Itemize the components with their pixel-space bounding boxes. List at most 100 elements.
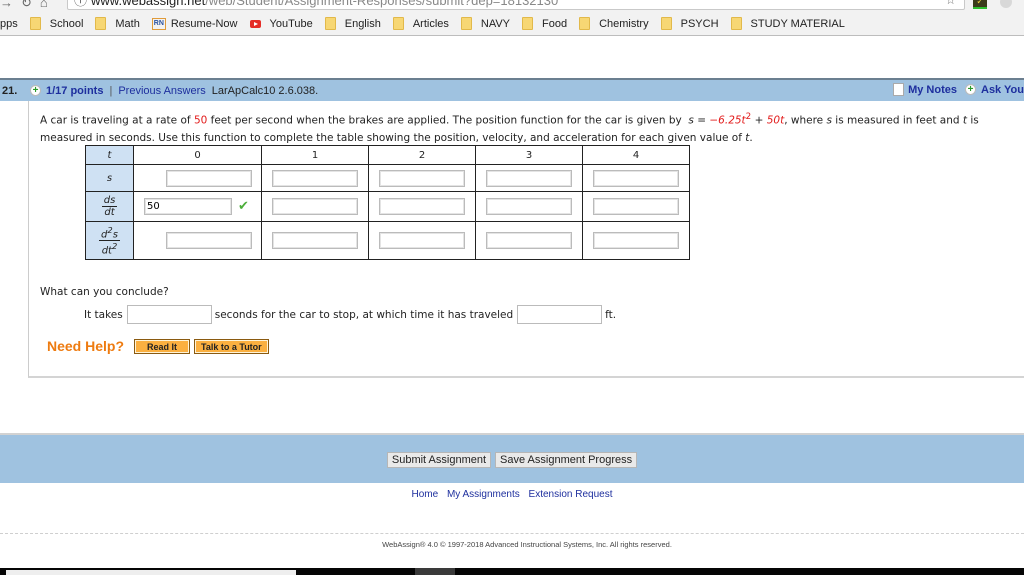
bookmark-apps[interactable]: pps [0,18,18,30]
ds-input-t3[interactable] [486,198,572,215]
s-input-t2[interactable] [379,169,465,187]
home-link[interactable]: Home [411,489,438,500]
copyright: WebAssign® 4.0 © 1997-2018 Advanced Inst… [382,540,672,549]
table-cell [133,221,262,260]
forward-icon[interactable]: → [0,0,13,10]
equation-lhs: s = [688,114,710,127]
table-header-row: t 0 1 2 3 4 [85,145,690,165]
divider [0,533,1024,534]
s-input-t4[interactable] [593,169,679,187]
bookmark-food[interactable]: Food [522,17,567,30]
ask-your-teacher-link[interactable]: Ask You [981,84,1024,96]
bookmark-label: pps [0,17,18,30]
taskbar-search[interactable] [6,570,296,575]
bookmark-label: PSYCH [680,17,719,30]
table-cell [261,191,369,222]
distance-input[interactable] [517,305,603,324]
bookmark-navy[interactable]: NAVY [460,17,511,30]
home-icon[interactable]: ⌂ [40,0,48,10]
bookmark-label: STUDY MATERIAL [750,17,845,30]
d2s-input-t4[interactable] [593,232,679,249]
bookmark-label: Resume-Now [170,17,238,30]
talk-to-tutor-button[interactable]: Talk to a Tutor [194,338,269,354]
table-cell [582,191,690,222]
table-cell: ✔ [133,191,262,222]
table-cell [261,221,369,260]
bookmark-chemistry[interactable]: Chemistry [579,17,649,30]
prompt-text: A car is traveling at a rate of [40,114,194,127]
t-value: 4 [582,145,690,165]
table-cell [368,191,476,222]
d2s-input-t2[interactable] [379,232,465,249]
table-cell [582,221,690,260]
ds-input-t0[interactable] [144,198,232,215]
table-cell [133,164,262,192]
bookmarks-bar: pps School Math RN Resume-Now YouTube Eng… [0,12,1024,36]
bookmark-label: Articles [412,17,449,30]
footer-links: Home My Assignments Extension Request [0,489,1024,500]
equation-quadratic-term: −6.25t [709,114,746,127]
resume-now-icon: RN [151,17,166,30]
bookmark-youtube[interactable]: YouTube [249,18,313,30]
extension-icon[interactable] [1000,0,1012,8]
d2s-input-t0[interactable] [165,232,252,249]
url-input[interactable]: ⓘ www.webassign.net/web/Student/Assignmen… [67,0,965,10]
url-host: www.webassign.net [91,0,206,8]
points-link[interactable]: 1/17 points [46,85,103,97]
table-row-acceleration: d2s dt2 [85,221,690,260]
frac-numerator: ds [101,195,118,207]
info-icon[interactable]: ⓘ [74,0,87,8]
ds-input-t1[interactable] [272,198,358,215]
extension-shield-icon[interactable]: ✓ [973,0,987,9]
previous-answers-link[interactable]: Previous Answers [118,85,205,97]
bookmark-english[interactable]: English [324,17,381,30]
stop-time-input[interactable] [126,305,212,324]
conclusion-row: It takes seconds for the car to stop, at… [84,305,616,324]
my-assignments-link[interactable]: My Assignments [447,489,520,500]
question-code: LarApCalc10 2.6.038. [211,84,319,97]
bookmark-label: Chemistry [599,17,649,30]
rate-value: 50 [193,114,208,127]
bookmark-school[interactable]: School [29,17,83,30]
bookmark-label: NAVY [480,17,511,30]
s-input-t1[interactable] [272,169,358,187]
takes-prefix: It takes [84,308,123,321]
bookmark-math[interactable]: Math [95,17,140,30]
conclude-label: What can you conclude? [40,286,169,298]
taskbar-item[interactable] [415,568,455,575]
d2s-input-t3[interactable] [486,232,572,249]
read-it-button[interactable]: Read It [134,338,191,354]
separator: | [109,84,113,97]
folder-icon [730,17,742,30]
s-input-t0[interactable] [165,169,252,187]
ds-input-t4[interactable] [593,198,679,215]
question-prompt: A car is traveling at a rate of 50 feet … [40,109,1024,147]
submit-assignment-button[interactable]: Submit Assignment [386,452,492,468]
url-path: /web/Student/Assignment-Responses/submit… [205,0,559,8]
note-icon[interactable] [893,83,905,96]
s-input-t3[interactable] [486,169,572,187]
taskbar [0,568,1024,575]
table-row-position: s [85,164,690,192]
need-help-label: Need Help? [47,338,125,354]
question-tools: My Notes + Ask You [893,83,1024,96]
d2s-input-t1[interactable] [272,232,358,249]
reload-icon[interactable]: ↻ [21,0,32,11]
save-progress-button[interactable]: Save Assignment Progress [495,452,638,468]
bookmark-star-icon[interactable]: ☆ [945,0,956,8]
my-notes-link[interactable]: My Notes [908,84,957,96]
bookmark-study-material[interactable]: STUDY MATERIAL [730,17,845,30]
bookmark-psych[interactable]: PSYCH [660,17,719,30]
extension-request-link[interactable]: Extension Request [529,489,613,500]
table-cell [475,191,583,222]
bookmark-label: Math [115,17,140,30]
checkmark-icon: ✔ [238,198,249,214]
t-value: 0 [133,145,262,165]
address-bar-area: → ↻ ⌂ ⓘ www.webassign.net/web/Student/Assig… [0,0,1024,12]
bookmark-articles[interactable]: Articles [392,17,449,30]
t-value: 2 [368,145,476,165]
plus-circle-icon[interactable]: + [30,85,41,96]
ds-input-t2[interactable] [379,198,465,215]
bookmark-resume-now[interactable]: RN Resume-Now [151,17,238,30]
plus-circle-icon[interactable]: + [965,84,976,95]
